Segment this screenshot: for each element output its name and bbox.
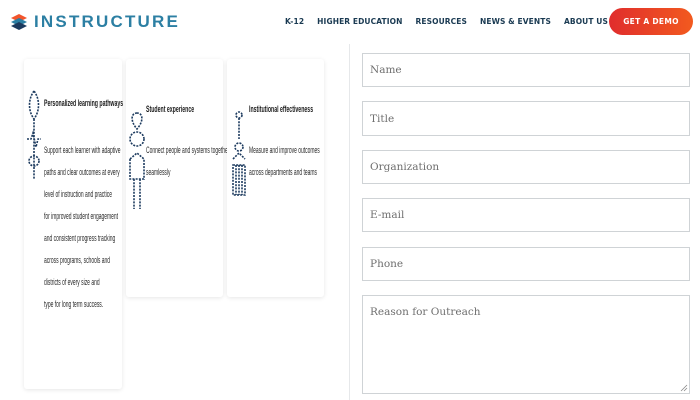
card-line: for improved student engagement (44, 211, 119, 221)
phone-field[interactable] (362, 247, 690, 281)
card-line: type for long term success. (44, 299, 104, 309)
card-description: Support each learner with adaptive paths… (44, 139, 121, 315)
reason-for-outreach-field[interactable] (362, 295, 690, 394)
card-line: Measure and improve outcomes (249, 145, 320, 155)
card-line: paths and clear outcomes at every (44, 167, 120, 177)
card-line: across programs, schools and (44, 255, 111, 265)
card-line: and consistent progress tracking (44, 233, 116, 243)
building-people-icon (232, 111, 246, 196)
solutions-panel: Personalized learning pathways Support e… (0, 44, 350, 400)
title-field[interactable] (362, 101, 690, 136)
brand-logo[interactable]: INSTRUCTURE (10, 12, 180, 32)
card-line: across departments and teams (249, 167, 317, 177)
resize-handle-icon[interactable] (680, 384, 688, 392)
card-line: Support each learner with adaptive (44, 145, 121, 155)
nav-k12[interactable]: K-12 (285, 17, 304, 26)
card-description: Measure and improve outcomes across depa… (249, 139, 320, 183)
organization-field[interactable] (362, 150, 690, 184)
card-line: level of instruction and practice (44, 189, 112, 199)
card-line: Connect people and systems together (146, 145, 230, 155)
nav-higher-education[interactable]: HIGHER EDUCATION (317, 17, 402, 26)
card-title: Personalized learning pathways (44, 98, 124, 108)
nav-news-events[interactable]: NEWS & EVENTS (480, 17, 551, 26)
brand-name: INSTRUCTURE (34, 12, 181, 31)
card-line: seamlessly (146, 167, 171, 177)
get-a-demo-button[interactable]: GET A DEMO (609, 8, 693, 35)
panel-divider (349, 44, 350, 400)
site-header: INSTRUCTURE K-12 HIGHER EDUCATION RESOUR… (0, 0, 700, 44)
card-line: districts of every size and (44, 277, 100, 287)
card-description: Connect people and systems together seam… (146, 139, 229, 183)
card-title: Student experience (146, 104, 195, 114)
feature-card[interactable]: Institutional effectiveness Measure and … (227, 59, 324, 297)
feature-card[interactable]: Personalized learning pathways Support e… (24, 59, 124, 389)
email-field[interactable] (362, 198, 690, 232)
nav-about-us[interactable]: ABOUT US (564, 17, 608, 26)
name-field[interactable] (362, 53, 690, 87)
main-nav: K-12 HIGHER EDUCATION RESOURCES NEWS & E… (272, 17, 608, 26)
card-title: Institutional effectiveness (249, 104, 314, 114)
leaf-pulse-icon (27, 89, 41, 179)
feature-card[interactable]: Student experience Connect people and sy… (126, 59, 229, 297)
nav-resources[interactable]: RESOURCES (416, 17, 467, 26)
instructure-logo-icon (11, 14, 27, 30)
graduate-heart-icon (129, 112, 145, 209)
